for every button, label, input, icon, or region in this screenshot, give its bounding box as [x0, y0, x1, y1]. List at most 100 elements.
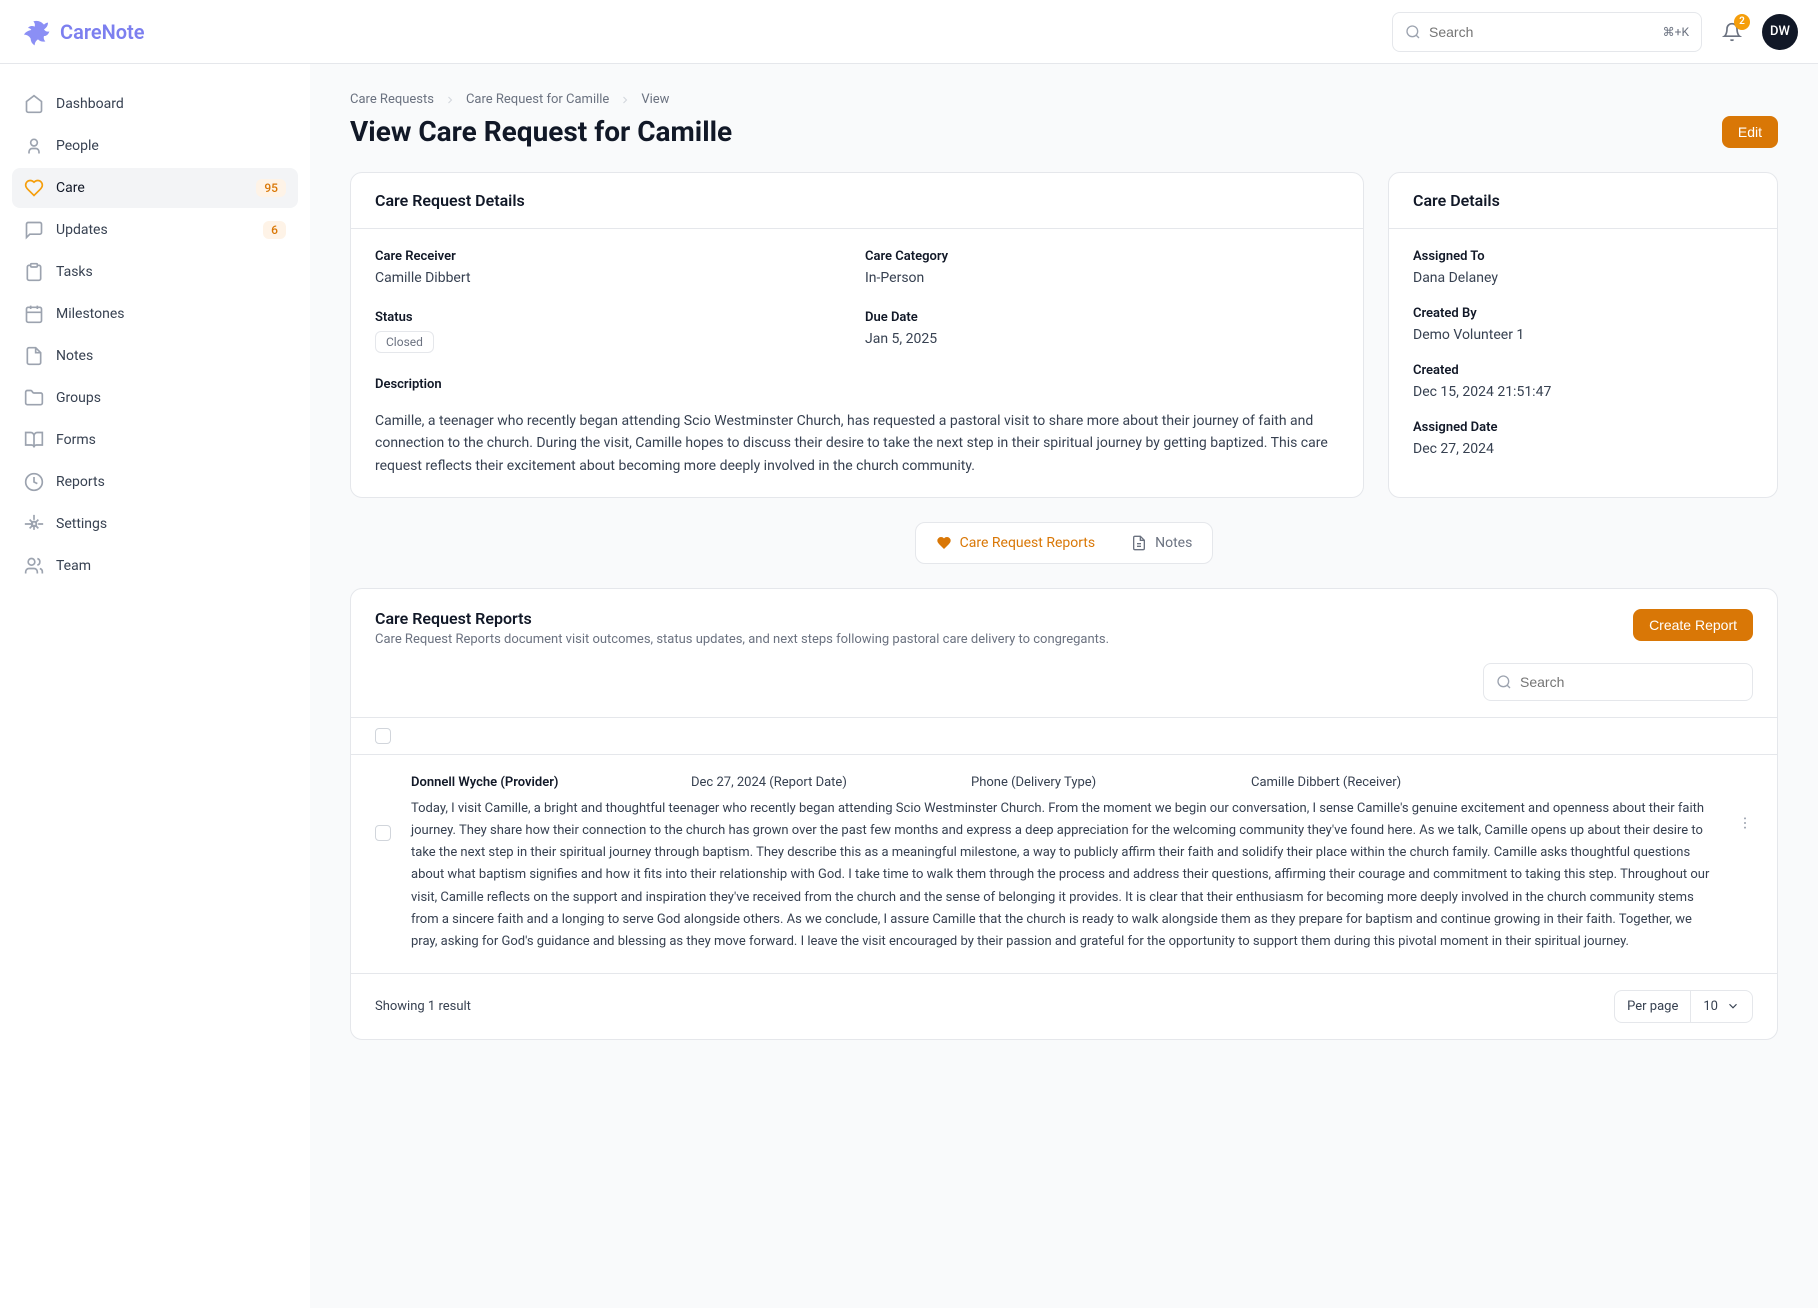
chevron-down-icon: [1726, 999, 1740, 1013]
sidebar-item-groups[interactable]: Groups: [12, 378, 298, 418]
field-label: Created By: [1413, 306, 1753, 321]
chevron-right-icon: [619, 94, 631, 106]
heart-icon: [24, 178, 44, 198]
reports-search[interactable]: [1483, 663, 1753, 701]
nav-label: Reports: [56, 474, 286, 490]
create-report-button[interactable]: Create Report: [1633, 609, 1753, 641]
dove-icon: [20, 16, 52, 48]
nav-label: Care: [56, 180, 244, 196]
field-value: Dana Delaney: [1413, 270, 1753, 286]
sidebar-item-forms[interactable]: Forms: [12, 420, 298, 460]
row-checkbox[interactable]: [375, 825, 391, 841]
report-row: Donnell Wyche (Provider) Dec 27, 2024 (R…: [351, 755, 1777, 974]
sidebar-item-dashboard[interactable]: Dashboard: [12, 84, 298, 124]
nav-badge: 6: [263, 221, 286, 239]
report-body: Today, I visit Camille, a bright and tho…: [411, 798, 1717, 953]
report-receiver: Camille Dibbert (Receiver): [1251, 775, 1471, 790]
card-title: Care Request Details: [351, 173, 1363, 229]
nav-label: Tasks: [56, 264, 286, 280]
field-label: Created: [1413, 363, 1753, 378]
per-page-selector[interactable]: Per page 10: [1614, 990, 1753, 1023]
field-value: In-Person: [865, 270, 1339, 286]
reports-card: Care Request Reports Care Request Report…: [350, 588, 1778, 1040]
tab-notes[interactable]: Notes: [1115, 527, 1208, 559]
field-value: Camille Dibbert: [375, 270, 849, 286]
field-value: Demo Volunteer 1: [1413, 327, 1753, 343]
nav-badge: 95: [256, 179, 286, 197]
sidebar: Dashboard People Care 95 Updates 6 Tasks…: [0, 64, 310, 1308]
user-avatar[interactable]: DW: [1762, 14, 1798, 50]
nav-label: Dashboard: [56, 96, 286, 112]
clipboard-icon: [24, 262, 44, 282]
page-title: View Care Request for Camille: [350, 115, 1722, 148]
field-label: Description: [375, 377, 1339, 392]
tab-label: Care Request Reports: [960, 535, 1095, 551]
calendar-icon: [24, 304, 44, 324]
sidebar-item-notes[interactable]: Notes: [12, 336, 298, 376]
nav-label: Groups: [56, 390, 286, 406]
nav-label: Milestones: [56, 306, 286, 322]
row-actions-button[interactable]: [1737, 775, 1753, 831]
reports-search-input[interactable]: [1520, 674, 1740, 690]
nav-label: Updates: [56, 222, 251, 238]
sidebar-item-tasks[interactable]: Tasks: [12, 252, 298, 292]
search-input[interactable]: [1429, 24, 1655, 40]
dots-vertical-icon: [1737, 815, 1753, 831]
chevron-right-icon: [444, 94, 456, 106]
care-request-details-card: Care Request Details Care Receiver Camil…: [350, 172, 1364, 498]
nav-label: People: [56, 138, 286, 154]
book-icon: [24, 430, 44, 450]
home-icon: [24, 94, 44, 114]
breadcrumb-item[interactable]: Care Request for Camille: [466, 92, 609, 107]
global-search[interactable]: ⌘+K: [1392, 12, 1702, 52]
brand-name: CareNote: [60, 20, 145, 44]
notification-count: 2: [1734, 14, 1750, 30]
gear-icon: [24, 514, 44, 534]
select-all-checkbox[interactable]: [375, 728, 391, 744]
sidebar-item-reports[interactable]: Reports: [12, 462, 298, 502]
search-icon: [1405, 24, 1421, 40]
person-icon: [24, 136, 44, 156]
report-date: Dec 27, 2024 (Report Date): [691, 775, 911, 790]
field-label: Care Category: [865, 249, 1339, 264]
sidebar-item-care[interactable]: Care 95: [12, 168, 298, 208]
sidebar-item-people[interactable]: People: [12, 126, 298, 166]
sidebar-item-milestones[interactable]: Milestones: [12, 294, 298, 334]
breadcrumb: Care Requests Care Request for Camille V…: [350, 92, 1778, 107]
field-label: Assigned Date: [1413, 420, 1753, 435]
nav-label: Forms: [56, 432, 286, 448]
tab-group: Care Request Reports Notes: [915, 522, 1214, 564]
file-icon: [24, 346, 44, 366]
heart-icon: [936, 535, 952, 551]
sidebar-item-updates[interactable]: Updates 6: [12, 210, 298, 250]
search-icon: [1496, 674, 1512, 690]
field-label: Care Receiver: [375, 249, 849, 264]
reports-title: Care Request Reports: [375, 609, 1617, 628]
card-title: Care Details: [1389, 173, 1777, 229]
sidebar-item-team[interactable]: Team: [12, 546, 298, 586]
report-provider: Donnell Wyche (Provider): [411, 775, 631, 790]
clock-icon: [24, 472, 44, 492]
folder-icon: [24, 388, 44, 408]
status-badge: Closed: [375, 331, 434, 353]
edit-button[interactable]: Edit: [1722, 116, 1778, 148]
field-value: Dec 15, 2024 21:51:47: [1413, 384, 1753, 400]
file-icon: [1131, 535, 1147, 551]
care-details-card: Care Details Assigned To Dana Delaney Cr…: [1388, 172, 1778, 498]
breadcrumb-item[interactable]: Care Requests: [350, 92, 434, 107]
chat-icon: [24, 220, 44, 240]
notifications-button[interactable]: 2: [1714, 14, 1750, 50]
tab-care-request-reports[interactable]: Care Request Reports: [920, 527, 1111, 559]
results-count: Showing 1 result: [375, 999, 1614, 1014]
users-icon: [24, 556, 44, 576]
nav-label: Team: [56, 558, 286, 574]
logo[interactable]: CareNote: [20, 16, 145, 48]
reports-subtitle: Care Request Reports document visit outc…: [375, 632, 1617, 647]
search-shortcut: ⌘+K: [1663, 25, 1689, 39]
description-text: Camille, a teenager who recently began a…: [375, 410, 1339, 477]
breadcrumb-item: View: [641, 92, 669, 107]
sidebar-item-settings[interactable]: Settings: [12, 504, 298, 544]
nav-label: Settings: [56, 516, 286, 532]
field-label: Due Date: [865, 310, 1339, 325]
field-value: Dec 27, 2024: [1413, 441, 1753, 457]
